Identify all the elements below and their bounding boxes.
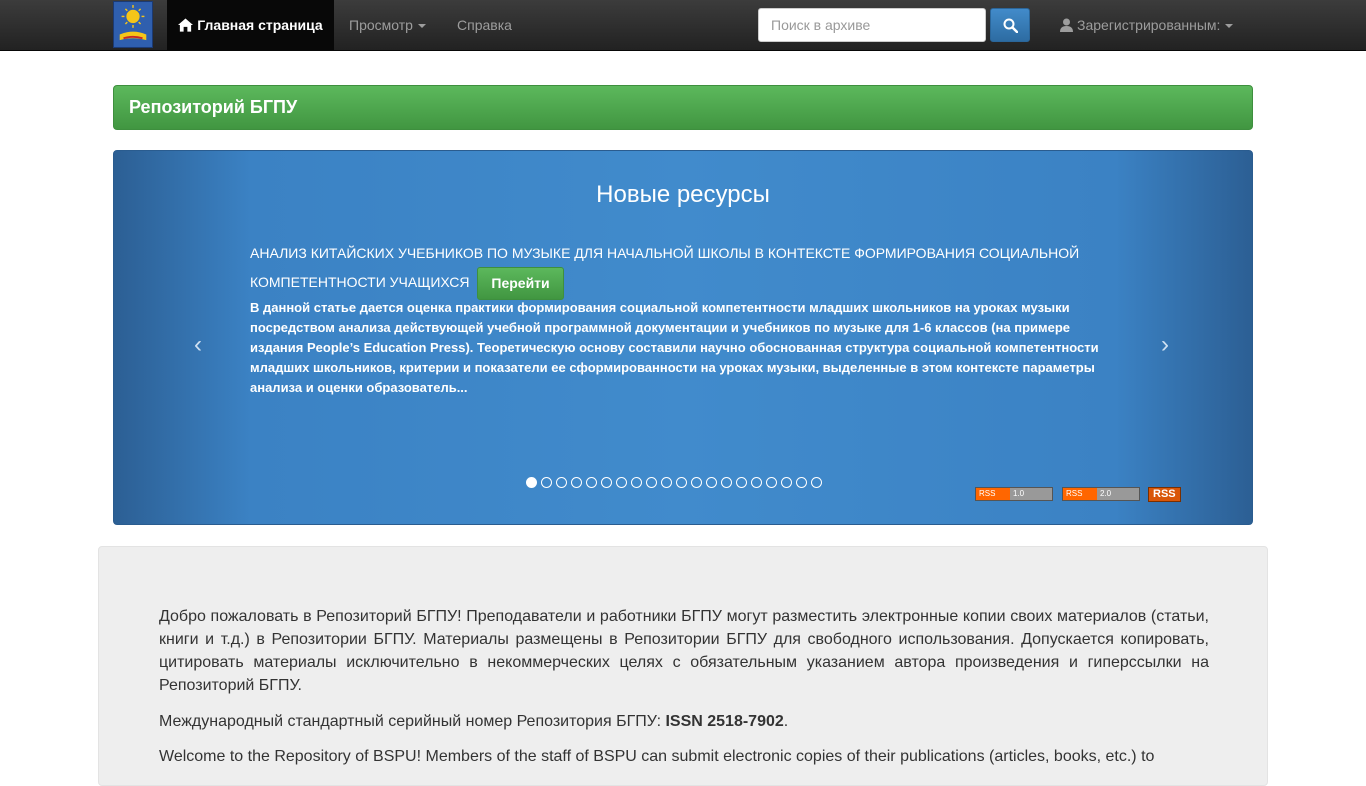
welcome-section: Добро пожаловать в Репозиторий БГПУ! Пре… [98,546,1268,786]
rss-2-0-feed-link[interactable]: RSS 2.0 [1062,487,1140,501]
rss-feed-link[interactable]: RSS [1148,487,1181,502]
carousel-indicator-dot[interactable] [556,477,567,488]
carousel-indicator-dot[interactable] [571,477,582,488]
nav-home-link[interactable]: Главная страница [167,0,334,50]
issn-paragraph: Международный стандартный серийный номер… [159,710,1209,733]
carousel-indicator-dot[interactable] [706,477,717,488]
rss-badge-left: RSS [976,488,1010,500]
user-menu-dropdown[interactable]: Зарегистрированным: [1060,0,1234,50]
user-icon [1060,18,1073,32]
carousel-indicator-dot[interactable] [721,477,732,488]
carousel-indicator-dot[interactable] [616,477,627,488]
issn-suffix: . [783,713,789,730]
home-icon [178,18,194,32]
caret-down-icon [417,24,426,29]
search-input[interactable] [758,8,986,42]
rss-1-0-feed-link[interactable]: RSS 1.0 [975,487,1053,501]
caret-down-icon [1225,24,1234,29]
carousel-item-abstract: В данной статье дается оценка практики ф… [250,300,1099,395]
user-menu-label: Зарегистрированным: [1077,17,1221,33]
page-title: Репозиторий БГПУ [129,97,298,117]
rss-badge-version: 1.0 [1010,488,1052,500]
nav-browse-label: Просмотр [349,17,413,33]
carousel-indicator-dot[interactable] [796,477,807,488]
carousel-indicator-dot[interactable] [601,477,612,488]
carousel-indicator-dot[interactable] [526,477,537,488]
issn-number: ISSN 2518-7902 [665,713,784,730]
item-title-text: АНАЛИЗ КИТАЙСКИХ УЧЕБНИКОВ ПО МУЗЫКЕ ДЛЯ… [250,245,1080,291]
top-navbar: Главная страница Просмотр Справка Зареги… [0,0,1366,51]
welcome-paragraph-en: Welcome to the Repository of BSPU! Membe… [159,748,1155,765]
carousel-indicator-dot[interactable] [751,477,762,488]
carousel-indicator-dot[interactable] [631,477,642,488]
welcome-paragraph-ru: Добро пожаловать в Репозиторий БГПУ! Пре… [159,608,1209,694]
carousel-indicator-dot[interactable] [676,477,687,488]
rss-badge-version: 2.0 [1097,488,1139,500]
nav-home-label: Главная страница [197,17,323,33]
carousel-indicator-dot[interactable] [586,477,597,488]
carousel-indicator-dot[interactable] [691,477,702,488]
carousel-indicator-dot[interactable] [541,477,552,488]
carousel-next-control[interactable]: › [1161,331,1169,359]
logo-emblem-icon[interactable] [113,1,153,48]
repository-title-bar: Репозиторий БГПУ [113,85,1253,130]
carousel-prev-control[interactable]: ‹ [194,331,202,359]
nav-help-link[interactable]: Справка [457,0,512,50]
nav-browse-dropdown[interactable]: Просмотр [349,0,426,50]
new-resources-carousel: Новые ресурсы АНАЛИЗ КИТАЙСКИХ УЧЕБНИКОВ… [113,150,1253,525]
carousel-indicator-dot[interactable] [646,477,657,488]
rss-badge-left: RSS [1063,488,1097,500]
carousel-indicator-dot[interactable] [766,477,777,488]
carousel-indicator-dot[interactable] [811,477,822,488]
carousel-item-title: АНАЛИЗ КИТАЙСКИХ УЧЕБНИКОВ ПО МУЗЫКЕ ДЛЯ… [250,239,1120,300]
carousel-indicator-dot[interactable] [781,477,792,488]
carousel-indicator-dot[interactable] [736,477,747,488]
search-button[interactable] [990,8,1030,42]
carousel-indicators [526,477,822,489]
search-icon [1003,18,1018,33]
nav-help-label: Справка [457,17,512,33]
carousel-heading: Новые ресурсы [596,181,770,208]
go-to-item-button[interactable]: Перейти [477,267,564,300]
issn-prefix: Международный стандартный серийный номер… [159,713,666,730]
carousel-indicator-dot[interactable] [661,477,672,488]
